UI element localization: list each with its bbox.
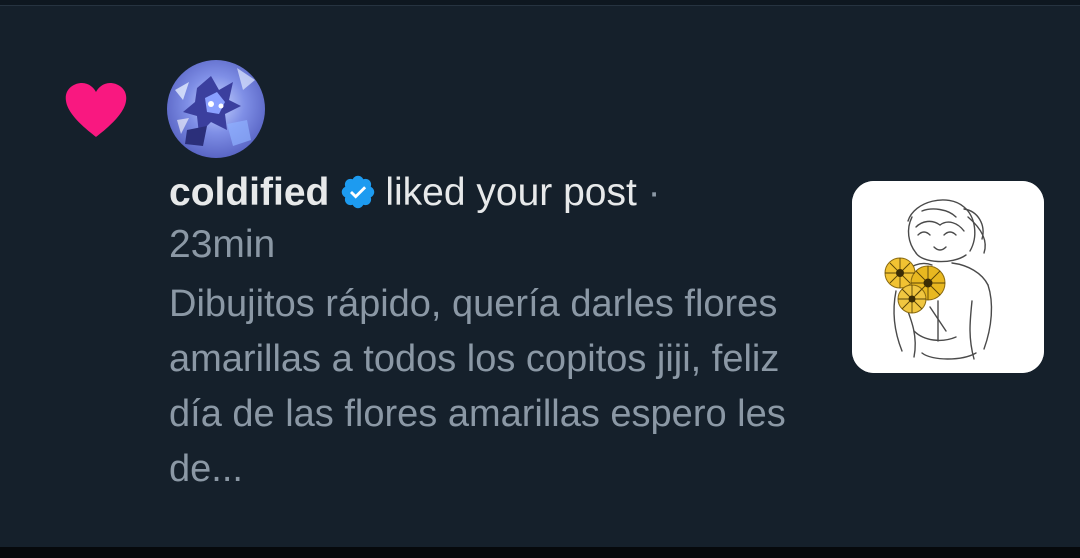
post-thumbnail-image[interactable] — [852, 181, 1044, 373]
notification-headline: coldified liked your post · 23min — [169, 167, 809, 271]
user-avatar[interactable] — [167, 60, 265, 158]
action-text: liked your post — [385, 171, 637, 214]
notification-item[interactable]: coldified liked your post · 23min Dibujit… — [0, 6, 1080, 547]
post-text-preview[interactable]: Dibujitos rápido, quería darles flores a… — [169, 277, 809, 497]
timestamp: 23min — [169, 223, 276, 266]
bottom-divider — [0, 547, 1080, 558]
username-link[interactable]: coldified — [169, 171, 329, 214]
heart-icon — [65, 83, 127, 137]
separator-dot: · — [647, 171, 661, 214]
verified-badge-icon — [342, 175, 375, 209]
notification-content: coldified liked your post · 23min Dibujit… — [169, 167, 809, 497]
